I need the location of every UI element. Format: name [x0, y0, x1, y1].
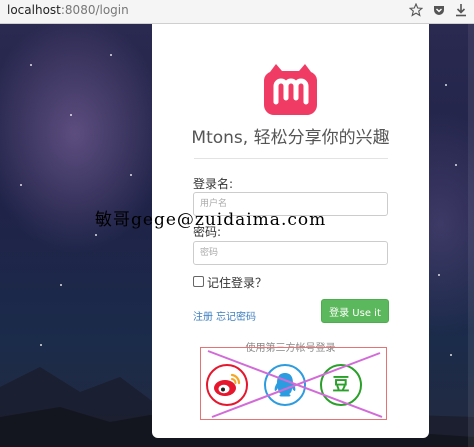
qq-login-button[interactable] [264, 364, 306, 406]
remember-me-checkbox[interactable] [193, 276, 204, 287]
login-button[interactable]: 登录 Use it [321, 299, 389, 323]
login-card: Mtons, 轻松分享你的兴趣 登录名: 密码: 记住登录？ 注册 忘记密码 登… [152, 24, 429, 438]
pocket-icon[interactable] [433, 4, 445, 16]
download-icon[interactable] [455, 3, 467, 17]
username-label: 登录名: [193, 177, 234, 191]
title-divider [194, 158, 388, 159]
app-title: Mtons, 轻松分享你的兴趣 [191, 128, 390, 148]
remember-me-label[interactable]: 记住登录？ [207, 274, 267, 291]
mtons-logo-icon [264, 64, 317, 115]
weibo-login-button[interactable] [206, 364, 248, 406]
password-input[interactable] [193, 241, 388, 265]
weibo-icon [214, 373, 241, 396]
forgot-password-link[interactable]: 忘记密码 [216, 308, 256, 323]
star-icon[interactable] [409, 3, 423, 17]
douban-icon: 豆 [332, 375, 350, 395]
url-path: :8080/login [60, 3, 129, 17]
url-host: localhost [7, 3, 61, 17]
watermark-text: 敏哥gege@zuidaima.com [95, 210, 327, 230]
url-text[interactable]: localhost:8080/login [7, 3, 129, 17]
browser-address-bar[interactable]: localhost:8080/login [0, 0, 474, 24]
register-link[interactable]: 注册 [193, 308, 213, 323]
douban-login-button[interactable]: 豆 [320, 364, 362, 406]
scrollbar[interactable] [468, 24, 474, 447]
qq-icon [274, 373, 296, 397]
